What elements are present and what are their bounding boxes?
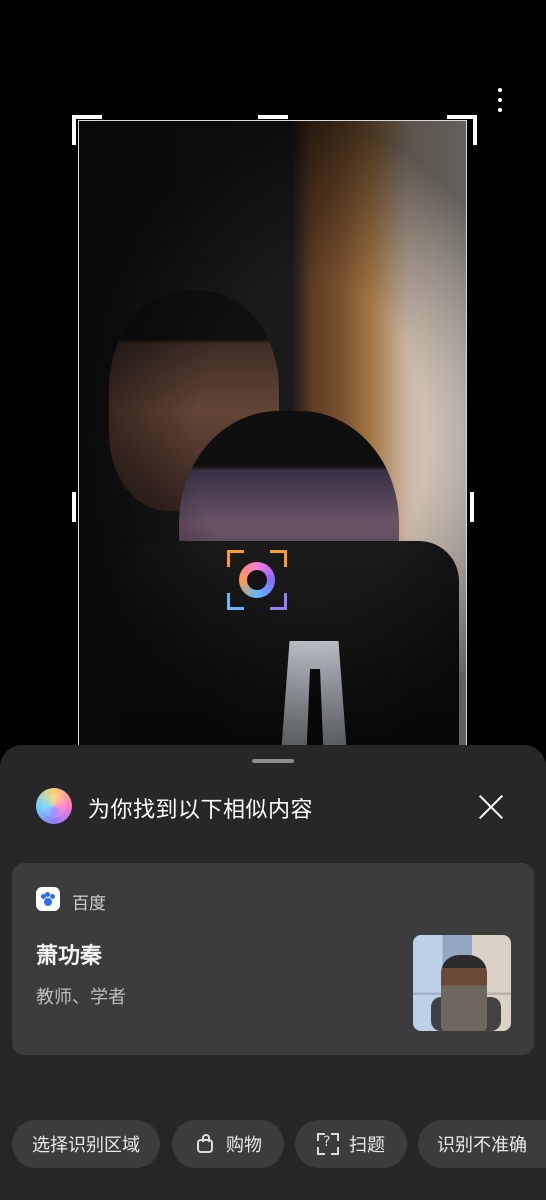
select-area-chip[interactable]: 选择识别区域: [12, 1120, 160, 1168]
focus-icon[interactable]: [227, 550, 287, 610]
shopping-label: 购物: [226, 1135, 262, 1156]
close-icon[interactable]: [477, 793, 505, 821]
result-thumbnail[interactable]: [413, 935, 511, 1031]
scan-question-icon: ?: [317, 1133, 339, 1155]
scan-question-label: 扫题: [349, 1135, 385, 1156]
results-sheet: 为你找到以下相似内容 百度 萧功秦 教师、学者 选择识别区域 购物 ? 扫题 识…: [0, 745, 546, 1200]
shopping-chip[interactable]: 购物: [172, 1120, 284, 1168]
crop-handle-left[interactable]: [72, 492, 76, 522]
more-menu-button[interactable]: [488, 80, 512, 120]
select-area-label: 选择识别区域: [32, 1135, 140, 1156]
bag-icon: [194, 1133, 216, 1155]
visual-search-icon: [36, 788, 72, 824]
more-vertical-icon: [498, 88, 502, 92]
sheet-drag-handle[interactable]: [252, 759, 294, 763]
sheet-title: 为你找到以下相似内容: [88, 798, 314, 823]
photo-vignette: [79, 121, 466, 759]
crop-handle-right[interactable]: [470, 492, 474, 522]
result-card[interactable]: 百度 萧功秦 教师、学者: [12, 863, 534, 1055]
crop-handle-top[interactable]: [258, 115, 288, 119]
result-source: 百度: [72, 894, 106, 914]
baidu-icon: [36, 887, 60, 911]
inaccurate-chip[interactable]: 识别不准确: [418, 1120, 546, 1168]
crop-handle-top-left[interactable]: [72, 115, 102, 145]
action-chips: 选择识别区域 购物 ? 扫题 识别不准确: [0, 1120, 546, 1172]
result-description: 教师、学者: [36, 987, 126, 1008]
crop-handle-top-right[interactable]: [447, 115, 477, 145]
image-crop-area[interactable]: [78, 120, 467, 760]
result-name: 萧功秦: [36, 944, 103, 969]
inaccurate-label: 识别不准确: [437, 1135, 527, 1156]
scan-question-chip[interactable]: ? 扫题: [295, 1120, 407, 1168]
